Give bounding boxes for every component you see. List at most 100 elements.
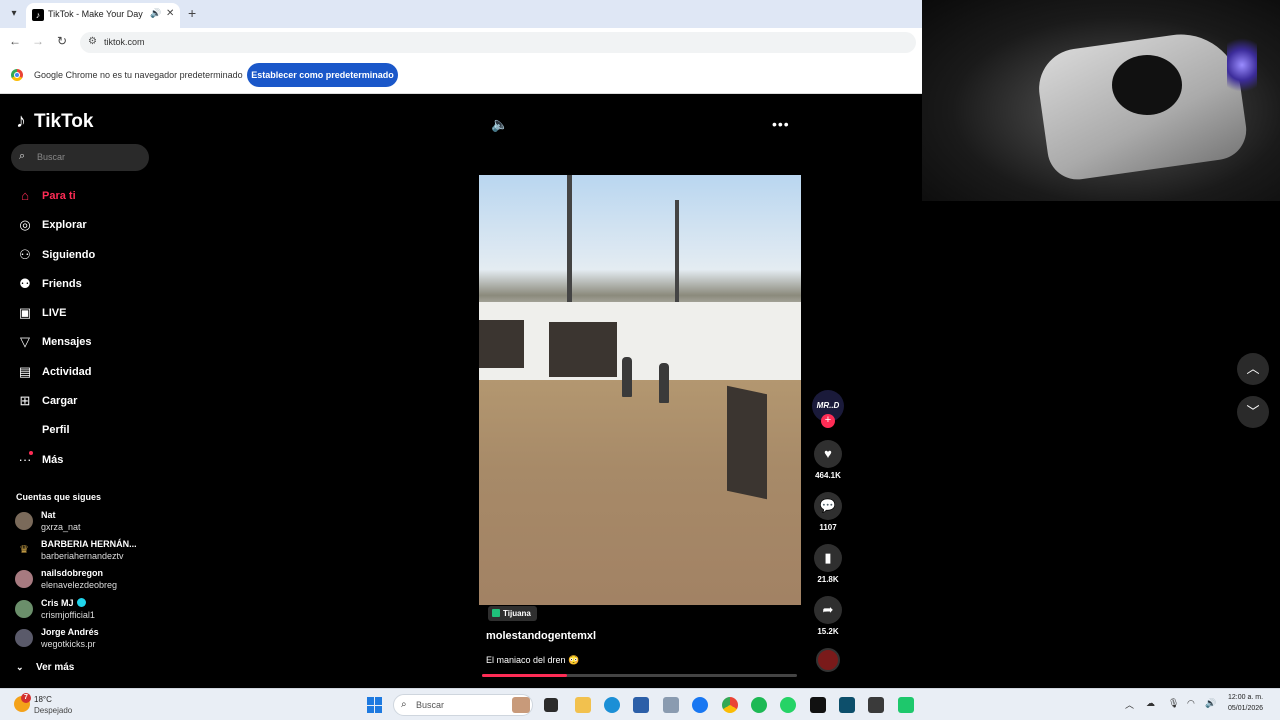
search-highlight-image	[512, 697, 530, 713]
see-more-button[interactable]: ⌄ Ver más	[16, 662, 74, 673]
avatar	[15, 600, 33, 618]
following-account[interactable]: Jorge Andrés wegotkicks.pr	[14, 625, 160, 653]
browser-tab[interactable]: ♪ TikTok - Make Your Day 🔊 ✕	[26, 3, 180, 28]
compass-icon: ◎	[19, 217, 31, 233]
bookmark-icon[interactable]: ▮	[814, 544, 842, 572]
following-account[interactable]: Cris MJ crismjofficial1	[14, 596, 160, 624]
video-player[interactable]	[479, 175, 801, 605]
site-info-icon[interactable]: ⚙	[88, 36, 97, 47]
nav-item-explorar[interactable]: ◎ Explorar	[0, 211, 160, 240]
share-count: 15.2K	[817, 627, 839, 636]
speaker-icon[interactable]: 🔊	[1205, 698, 1216, 709]
nav-label: Para ti	[42, 190, 76, 202]
video-author[interactable]: molestandogentemxl	[486, 630, 596, 642]
tiktok-app-icon[interactable]	[810, 697, 826, 713]
like-heart-icon[interactable]: ♥	[814, 440, 842, 468]
start-tile	[367, 705, 374, 713]
share-icon[interactable]: ➦	[814, 596, 842, 624]
microphone-icon[interactable]: 🎙	[1168, 698, 1179, 709]
chrome-logo-icon	[11, 69, 23, 81]
nav-label: Mensajes	[42, 336, 92, 349]
chrome-icon[interactable]	[722, 697, 738, 713]
nav-item-cargar[interactable]: ⊞ Cargar	[0, 387, 160, 416]
nav-label: Perfil	[42, 424, 70, 437]
tray-overflow-chevron-icon[interactable]: ︿	[1125, 698, 1134, 711]
nav-item-actividad[interactable]: ▤ Actividad	[0, 358, 160, 387]
tab-title: TikTok - Make Your Day	[48, 9, 143, 19]
following-account[interactable]: Nat gxrza_nat	[14, 508, 160, 536]
start-tile	[375, 705, 382, 713]
wifi-icon[interactable]: ◠	[1187, 698, 1195, 709]
following-account[interactable]: nailsdobregon elenavelezdeobreg	[14, 566, 160, 594]
app-icon[interactable]	[839, 697, 855, 713]
nav-label: Cargar	[42, 395, 78, 408]
account-handle: wegotkicks.pr	[41, 639, 96, 649]
forward-icon[interactable]: →	[30, 34, 46, 48]
store-icon[interactable]	[633, 697, 649, 713]
spotify-icon[interactable]	[751, 697, 767, 713]
location-tag[interactable]: Tijuana	[488, 606, 537, 621]
crown-avatar-icon: ♛	[15, 541, 33, 559]
clock-date[interactable]: 05/01/2026	[1228, 705, 1263, 712]
nav-label: LIVE	[42, 307, 67, 320]
file-explorer-icon[interactable]	[575, 697, 591, 713]
camera-icon[interactable]	[663, 697, 679, 713]
comment-icon[interactable]: 💬	[814, 492, 842, 520]
chevron-down-icon: ⌄	[16, 662, 24, 672]
tab-audio-icon[interactable]: 🔊	[150, 8, 161, 19]
search-input[interactable]: ⌕ Buscar	[11, 144, 149, 171]
volume-icon[interactable]: 🔈	[491, 116, 508, 133]
nav-item-mensajes[interactable]: ▽ Mensajes	[0, 328, 160, 357]
start-windows-icon[interactable]	[367, 697, 383, 713]
comment-count: 1107	[819, 523, 837, 532]
nav-item-live[interactable]: ▣ LIVE	[0, 299, 160, 328]
music-disc-icon[interactable]	[816, 648, 840, 672]
video-scene	[675, 200, 679, 310]
reload-icon[interactable]: ↻	[54, 34, 70, 48]
account-name: Nat	[41, 510, 56, 520]
address-bar[interactable]: ⚙ tiktok.com	[80, 32, 916, 53]
tray-app-icon[interactable]: ☁	[1146, 698, 1155, 709]
nav-item-friends[interactable]: ⚉ Friends	[0, 270, 160, 299]
edge-icon[interactable]	[604, 697, 620, 713]
location-pin-icon	[492, 609, 500, 617]
friends-icon: ⚉	[19, 275, 31, 291]
following-account[interactable]: ♛ BARBERIA HERNÁN... barberiahernandeztv	[14, 537, 160, 565]
previous-video-chevron-up-icon[interactable]: ︿	[1237, 353, 1269, 385]
more-options-icon[interactable]: •••	[772, 116, 790, 132]
weather-temp: 18°C	[34, 695, 52, 704]
account-name: nailsdobregon	[41, 568, 104, 578]
set-default-button[interactable]: Establecer como predeterminado	[247, 63, 398, 87]
nav-item-mas[interactable]: ··· Más	[0, 446, 160, 475]
nav-label: Más	[42, 453, 64, 466]
webcam-overlay	[922, 0, 1280, 201]
taskbar-search-input[interactable]: ⌕ Buscar	[393, 694, 533, 716]
browser-toolbar: ← → ↻ ⚙ tiktok.com	[0, 28, 922, 57]
app-icon[interactable]	[868, 697, 884, 713]
taskbar-search-placeholder: Buscar	[416, 700, 445, 710]
tab-search-icon[interactable]: ▾	[6, 6, 22, 22]
next-video-chevron-down-icon[interactable]: ﹀	[1237, 396, 1269, 428]
verified-badge-icon	[76, 598, 86, 607]
follow-plus-icon[interactable]: +	[821, 414, 835, 428]
url-text: tiktok.com	[104, 37, 145, 47]
nav-label: Friends	[42, 277, 82, 290]
location-text: Tijuana	[503, 609, 531, 618]
search-icon: ⌕	[401, 699, 407, 710]
clock-time[interactable]: 12:00 a. m.	[1228, 694, 1263, 701]
new-tab-icon[interactable]: +	[188, 5, 196, 21]
task-view-icon[interactable]	[544, 698, 558, 712]
app-icon[interactable]	[898, 697, 914, 713]
back-icon[interactable]: ←	[7, 34, 23, 48]
facebook-icon[interactable]	[692, 697, 708, 713]
whatsapp-icon[interactable]	[780, 697, 796, 713]
avatar	[15, 512, 33, 530]
webcam-light	[1227, 30, 1257, 100]
video-progress-bar[interactable]	[482, 674, 797, 677]
nav-item-para-ti[interactable]: ⌂ Para ti	[0, 182, 160, 211]
like-count: 464.1K	[815, 471, 841, 480]
nav-item-perfil[interactable]: Perfil	[0, 416, 160, 445]
account-name: Cris MJ	[41, 598, 86, 608]
tab-close-icon[interactable]: ✕	[166, 8, 174, 19]
nav-item-siguiendo[interactable]: ⚇ Siguiendo	[0, 241, 160, 270]
